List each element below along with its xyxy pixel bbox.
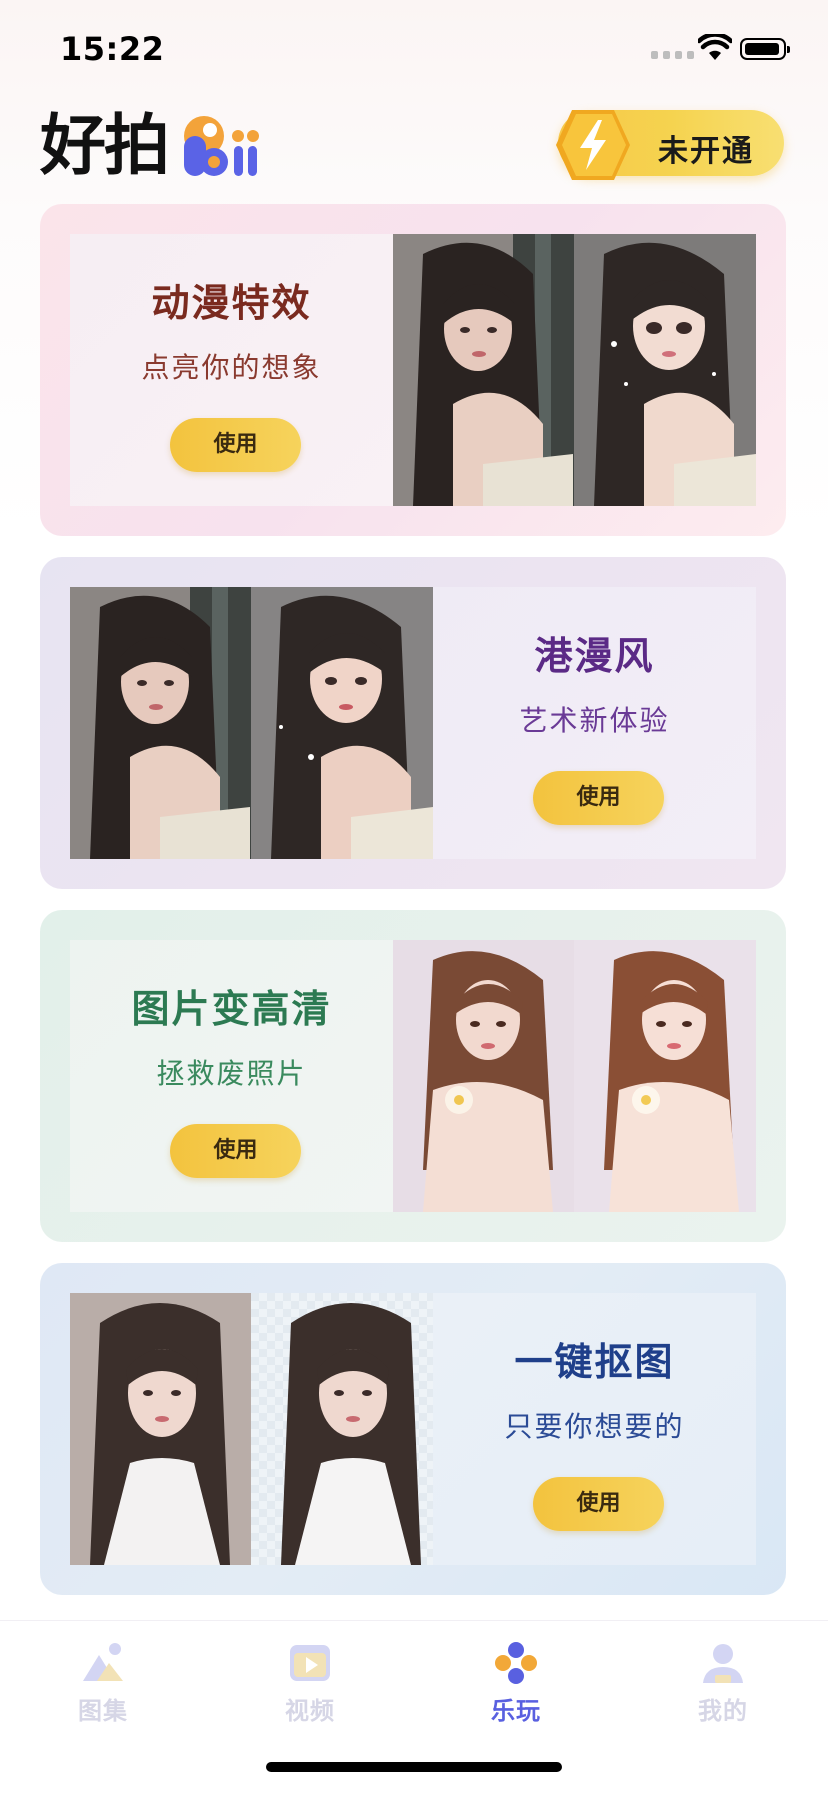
logo-pai-mark xyxy=(178,110,264,182)
tab-profile[interactable]: 我的 xyxy=(663,1631,783,1731)
feature-card-inner: 动漫特效 点亮你的想象 使用 xyxy=(70,234,756,506)
feature-card-anime[interactable]: 动漫特效 点亮你的想象 使用 xyxy=(40,204,786,536)
feature-title: 动漫特效 xyxy=(151,281,312,325)
tab-video[interactable]: 视频 xyxy=(250,1631,370,1731)
after-photo xyxy=(251,1293,433,1565)
feature-title: 一键抠图 xyxy=(514,1340,675,1384)
after-photo xyxy=(574,234,756,506)
after-photo xyxy=(251,587,433,859)
lightning-icon xyxy=(556,110,630,180)
tab-label: 视频 xyxy=(285,1697,335,1725)
logo-pai-graphic xyxy=(184,116,259,176)
feature-subtitle: 点亮你的想象 xyxy=(141,351,322,384)
feature-title: 图片变高清 xyxy=(131,987,332,1031)
video-icon xyxy=(290,1645,330,1681)
cellular-signal-icon xyxy=(651,51,694,59)
profile-icon xyxy=(703,1644,743,1683)
feature-card-inner: 港漫风 艺术新体验 使用 xyxy=(70,587,756,859)
gallery-icon xyxy=(83,1643,123,1681)
home-indicator xyxy=(266,1762,562,1772)
before-photo xyxy=(70,587,252,859)
use-button[interactable]: 使用 xyxy=(533,771,664,825)
screen: 15:22 好拍 未开通 动漫特效 点亮你的想象 使用 港漫风 艺术新体验 使用… xyxy=(0,0,828,1793)
feature-title: 港漫风 xyxy=(534,634,655,678)
feature-card-inner: 一键抠图 只要你想要的 使用 xyxy=(70,1293,756,1565)
feature-subtitle: 只要你想要的 xyxy=(504,1410,685,1443)
status-bar: 15:22 xyxy=(0,0,828,100)
feature-card-hk-comic[interactable]: 港漫风 艺术新体验 使用 xyxy=(40,557,786,889)
vip-status-button[interactable]: 未开通 xyxy=(556,110,784,180)
tab-play[interactable]: 乐玩 xyxy=(456,1631,576,1731)
feature-text-panel: 动漫特效 点亮你的想象 使用 xyxy=(70,234,393,506)
before-photo xyxy=(393,234,575,506)
vip-status-label: 未开通 xyxy=(658,134,754,169)
feature-subtitle: 拯救废照片 xyxy=(156,1057,307,1090)
feature-card-inner: 图片变高清 拯救废照片 使用 xyxy=(70,940,756,1212)
tab-label: 乐玩 xyxy=(491,1697,541,1725)
feature-text-panel: 一键抠图 只要你想要的 使用 xyxy=(433,1293,756,1565)
use-button[interactable]: 使用 xyxy=(533,1477,664,1531)
feature-subtitle: 艺术新体验 xyxy=(519,704,670,737)
before-photo xyxy=(70,1293,252,1565)
logo-text: 好拍 xyxy=(40,107,170,184)
tab-label: 图集 xyxy=(78,1697,128,1725)
feature-text-panel: 图片变高清 拯救废照片 使用 xyxy=(70,940,393,1212)
after-photo xyxy=(574,940,756,1212)
tab-label: 我的 xyxy=(698,1697,748,1725)
use-button[interactable]: 使用 xyxy=(170,1124,301,1178)
app-logo: 好拍 xyxy=(40,110,264,182)
wifi-icon xyxy=(698,34,732,60)
feature-card-hd[interactable]: 图片变高清 拯救废照片 使用 xyxy=(40,910,786,1242)
feature-text-panel: 港漫风 艺术新体验 使用 xyxy=(433,587,756,859)
use-button[interactable]: 使用 xyxy=(170,418,301,472)
feature-card-cutout[interactable]: 一键抠图 只要你想要的 使用 xyxy=(40,1263,786,1595)
status-time: 15:22 xyxy=(60,30,165,68)
play-icon xyxy=(495,1642,537,1684)
before-photo xyxy=(393,940,575,1212)
battery-icon xyxy=(740,38,790,60)
tab-gallery[interactable]: 图集 xyxy=(43,1631,163,1731)
